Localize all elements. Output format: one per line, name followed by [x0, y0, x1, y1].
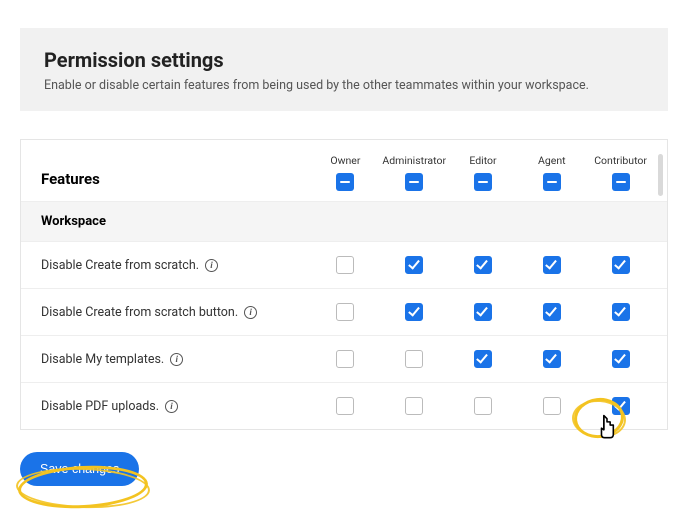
column-toggle-agent[interactable]: [543, 173, 561, 191]
column-label: Administrator: [382, 154, 446, 167]
column-administrator: Administrator: [380, 154, 449, 191]
checkbox-owner[interactable]: [336, 350, 354, 368]
column-toggle-owner[interactable]: [336, 173, 354, 191]
checkbox-contributor[interactable]: [612, 350, 630, 368]
actions-row: Save changes: [20, 430, 668, 486]
checkbox-editor[interactable]: [474, 350, 492, 368]
permissions-table: Features Owner Administrator Editor Agen…: [20, 139, 668, 430]
checkbox-administrator[interactable]: [405, 256, 423, 274]
table-row: Disable My templates. i: [21, 336, 667, 383]
column-toggle-administrator[interactable]: [405, 173, 423, 191]
row-text: Disable My templates.: [41, 352, 164, 367]
checkbox-editor[interactable]: [474, 303, 492, 321]
checkbox-agent[interactable]: [543, 350, 561, 368]
column-contributor: Contributor: [586, 154, 655, 191]
row-label: Disable Create from scratch button. i: [41, 305, 311, 320]
features-heading: Features: [41, 154, 311, 188]
checkbox-agent[interactable]: [543, 397, 561, 415]
page-subtitle: Enable or disable certain features from …: [44, 78, 644, 93]
save-button[interactable]: Save changes: [20, 452, 139, 486]
table-row: Disable PDF uploads. i: [21, 383, 667, 429]
checkbox-editor[interactable]: [474, 256, 492, 274]
checkbox-agent[interactable]: [543, 256, 561, 274]
checkbox-contributor[interactable]: [612, 256, 630, 274]
row-text: Disable Create from scratch.: [41, 258, 199, 273]
column-editor: Editor: [449, 154, 518, 191]
checkbox-administrator[interactable]: [405, 397, 423, 415]
row-text: Disable PDF uploads.: [41, 399, 159, 414]
checkbox-contributor[interactable]: [612, 303, 630, 321]
column-agent: Agent: [517, 154, 586, 191]
info-icon[interactable]: i: [205, 259, 218, 272]
table-row: Disable Create from scratch. i: [21, 242, 667, 289]
column-toggle-editor[interactable]: [474, 173, 492, 191]
info-icon[interactable]: i: [244, 306, 257, 319]
checkbox-owner[interactable]: [336, 256, 354, 274]
column-label: Contributor: [594, 154, 647, 167]
column-toggle-contributor[interactable]: [612, 173, 630, 191]
checkbox-administrator[interactable]: [405, 350, 423, 368]
row-text: Disable Create from scratch button.: [41, 305, 238, 320]
scrollbar[interactable]: [658, 154, 663, 196]
column-label: Agent: [538, 154, 566, 167]
column-owner: Owner: [311, 154, 380, 191]
checkbox-editor[interactable]: [474, 397, 492, 415]
row-label: Disable PDF uploads. i: [41, 399, 311, 414]
column-label: Editor: [469, 154, 496, 167]
section-workspace: Workspace: [21, 201, 667, 242]
info-icon[interactable]: i: [165, 400, 178, 413]
info-icon[interactable]: i: [170, 353, 183, 366]
row-label: Disable My templates. i: [41, 352, 311, 367]
table-row: Disable Create from scratch button. i: [21, 289, 667, 336]
column-label: Owner: [330, 154, 360, 167]
header-card: Permission settings Enable or disable ce…: [20, 28, 668, 111]
checkbox-contributor[interactable]: [612, 397, 630, 415]
checkbox-administrator[interactable]: [405, 303, 423, 321]
checkbox-owner[interactable]: [336, 397, 354, 415]
checkbox-agent[interactable]: [543, 303, 561, 321]
row-label: Disable Create from scratch. i: [41, 258, 311, 273]
page-title: Permission settings: [44, 48, 644, 72]
checkbox-owner[interactable]: [336, 303, 354, 321]
table-header: Features Owner Administrator Editor Agen…: [21, 140, 667, 201]
